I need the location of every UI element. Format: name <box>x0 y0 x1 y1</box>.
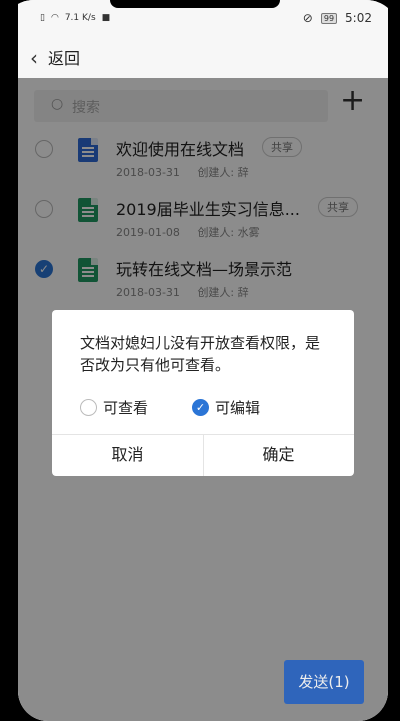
net-speed-unit: K/s <box>82 13 96 23</box>
option-edit-label: 可编辑 <box>215 399 261 417</box>
clock: 5:02 <box>345 11 372 25</box>
wifi-icon: ◠ <box>50 13 59 23</box>
send-button[interactable]: 发送(1) <box>284 660 364 704</box>
camera-notch <box>110 0 280 8</box>
radio-checked-icon: ✓ <box>192 399 209 416</box>
confirm-button[interactable]: 确定 <box>203 434 354 476</box>
phone-frame: ▯ ◠ 7.1 K/s ■ ⊘ 99 5:02 ‹ 返回 ○ 搜索 + 欢迎使用… <box>0 0 400 721</box>
back-button[interactable]: 返回 <box>48 45 80 69</box>
status-left: ▯ ◠ 7.1 K/s ■ <box>40 13 110 23</box>
option-edit-radio[interactable]: ✓ 可编辑 <box>192 397 260 418</box>
notification-icon: ■ <box>101 13 111 23</box>
radio-unchecked-icon <box>80 399 97 416</box>
screen: ▯ ◠ 7.1 K/s ■ ⊘ 99 5:02 ‹ 返回 ○ 搜索 + 欢迎使用… <box>18 0 388 721</box>
net-speed: 7.1 K/s <box>65 13 96 23</box>
dialog-message: 文档对媳妇儿没有开放查看权限，是否改为只有他可查看。 <box>80 334 321 374</box>
back-arrow-icon[interactable]: ‹ <box>30 46 38 70</box>
option-view-label: 可查看 <box>103 399 149 417</box>
sim-icon: ▯ <box>40 13 45 23</box>
status-right: ⊘ 99 5:02 <box>303 11 372 25</box>
mute-icon: ⊘ <box>302 11 313 25</box>
cancel-button[interactable]: 取消 <box>52 434 203 476</box>
permission-dialog: 文档对媳妇儿没有开放查看权限，是否改为只有他可查看。 可查看 ✓ 可编辑 取消 … <box>52 310 354 476</box>
nav-bar: ‹ 返回 <box>18 34 388 78</box>
net-speed-value: 7.1 <box>64 13 80 23</box>
battery-icon: 99 <box>320 12 338 24</box>
option-view-radio[interactable]: 可查看 <box>80 397 148 418</box>
